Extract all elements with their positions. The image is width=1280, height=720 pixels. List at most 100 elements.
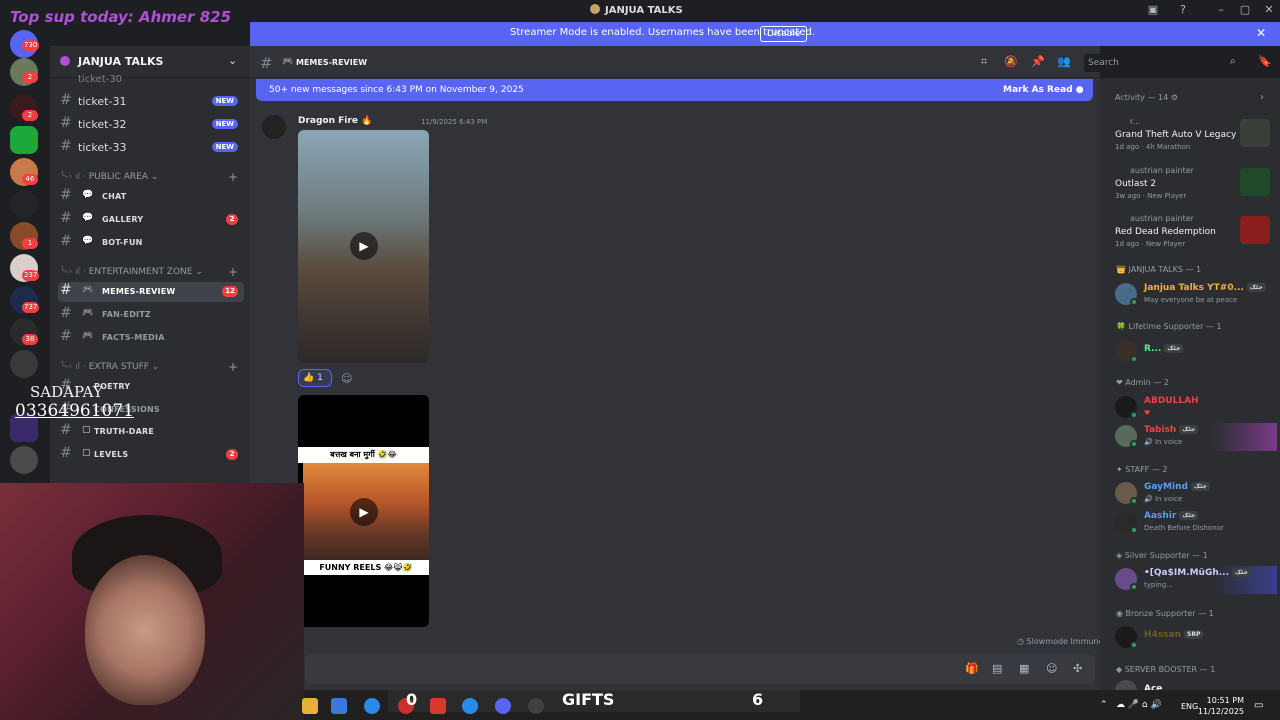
server-tag: جٹک: [1232, 568, 1251, 577]
gifts-label: GIFTS: [562, 690, 615, 709]
screen-share-icon[interactable]: ▣: [1142, 2, 1164, 18]
channel-facts-media[interactable]: # 🎮 FACTS-MEDIA: [58, 328, 244, 348]
obs-icon[interactable]: [528, 698, 544, 714]
maximize-button[interactable]: ▢: [1234, 2, 1256, 18]
add-channel-icon[interactable]: +: [228, 265, 238, 279]
window-title: JANJUA TALKS: [590, 4, 683, 16]
channel-name: ticket-33: [78, 141, 127, 154]
server-icon[interactable]: [10, 126, 38, 154]
role-header: ❤ Admin — 2: [1116, 378, 1169, 387]
notification-icon[interactable]: ▭: [1254, 700, 1263, 711]
edge-icon[interactable]: [364, 698, 380, 714]
sticker-icon[interactable]: ▦: [1019, 662, 1029, 675]
channel-bot-fun[interactable]: # 💬 BOT-FUN: [58, 233, 244, 253]
role-label: Bronze Supporter — 1: [1125, 609, 1214, 618]
server-icon[interactable]: [10, 350, 38, 378]
activity-game: Red Dead Redemption: [1115, 227, 1216, 237]
speaker-icon: 🔊: [1144, 438, 1155, 446]
threads-icon[interactable]: ⌗: [977, 55, 991, 69]
brave-icon[interactable]: [430, 698, 446, 714]
role-header: ◈ Silver Supporter — 1: [1116, 551, 1208, 560]
mark-as-read-button[interactable]: Mark As Read ●: [1003, 85, 1084, 95]
hash-icon: #: [60, 187, 72, 203]
member-status: 🔊 In voice: [1144, 495, 1182, 503]
channel-gallery[interactable]: # 💬 GALLERY 2: [58, 210, 244, 230]
member-item[interactable]: Aashir جٹک Death Before Dishonor: [1113, 509, 1277, 537]
category-public-area[interactable]: ╰-› ıl · PUBLIC AREA ⌄: [60, 172, 158, 186]
server-icon[interactable]: [10, 446, 38, 474]
members-list-icon[interactable]: 👥: [1057, 55, 1071, 69]
channel-chat[interactable]: # 💬 CHAT: [58, 187, 244, 207]
activity-card[interactable]: r... Grand Theft Auto V Legacy 1d ago · …: [1110, 117, 1274, 161]
apps-icon[interactable]: ✣: [1073, 662, 1082, 675]
member-name: ABDULLAH: [1144, 396, 1199, 406]
status-dot: [1130, 355, 1138, 363]
clock-time[interactable]: 10:51 PM: [1204, 696, 1244, 705]
add-channel-icon[interactable]: +: [228, 170, 238, 184]
channel-ticket-32[interactable]: # ticket-32 NEW: [58, 115, 244, 135]
channel-truth-dare[interactable]: # ▢ TRUTH-DARE: [58, 422, 244, 442]
disable-streamer-button[interactable]: Disable: [760, 26, 808, 42]
channel-name: ticket-32: [78, 118, 127, 131]
close-window-button[interactable]: ✕: [1258, 2, 1280, 18]
play-icon[interactable]: ▶: [350, 498, 378, 526]
message-author[interactable]: Dragon Fire 🔥: [298, 116, 372, 126]
channel-fan-editz[interactable]: # 🎮 FAN-EDITZ: [58, 305, 244, 325]
gift-icon[interactable]: 🎁: [965, 662, 979, 675]
emoji-icon[interactable]: ☺: [1046, 662, 1057, 675]
search-input[interactable]: Search: [1084, 54, 1248, 72]
add-reaction-icon[interactable]: ☺: [341, 372, 352, 385]
category-extra-stuff[interactable]: ╰-› ıl · EXTRA STUFF ⌄: [60, 362, 159, 376]
store-icon[interactable]: [331, 698, 347, 714]
add-channel-icon[interactable]: +: [228, 360, 238, 374]
member-item[interactable]: GayMind جٹک 🔊 In voice: [1113, 480, 1277, 508]
member-name: Aashir جٹک: [1144, 511, 1199, 521]
member-name-text: Janjua Talks YT#0...: [1144, 283, 1244, 293]
mute-bell-icon[interactable]: 🔕: [1004, 55, 1018, 69]
channel-ticket-33[interactable]: # ticket-33 NEW: [58, 138, 244, 158]
chevron-right-icon[interactable]: ›: [1260, 92, 1264, 103]
member-item[interactable]: ABDULLAH ♥: [1113, 394, 1277, 422]
category-entertainment-zone[interactable]: ╰-› ıl · ENTERTAINMENT ZONE ⌄: [60, 267, 203, 281]
tray-icons[interactable]: ☁ 🎤 ⌂ 🔊: [1116, 700, 1162, 710]
member-item[interactable]: Tabish جٹک 🔊 In voice: [1113, 423, 1277, 451]
activity-card[interactable]: austrian painter Red Dead Redemption 1d …: [1110, 214, 1274, 258]
minimize-button[interactable]: –: [1210, 2, 1232, 18]
file-explorer-icon[interactable]: [302, 698, 318, 714]
close-banner-icon[interactable]: ✕: [1256, 26, 1266, 40]
hash-icon: #: [60, 305, 72, 321]
member-name-text: Aashir: [1144, 511, 1177, 521]
discord-icon[interactable]: [495, 698, 511, 714]
channel-levels[interactable]: # ▢ LEVELS 2: [58, 445, 244, 465]
clock-date[interactable]: 11/12/2025: [1196, 707, 1244, 716]
slowmode-indicator: ◷ Slowmode Immune: [1017, 637, 1104, 646]
server-icon[interactable]: [10, 190, 38, 218]
mention-badge: 2: [226, 214, 238, 225]
server-tag: جٹک: [1179, 511, 1199, 520]
activity-card[interactable]: austrian painter Outlast 2 3w ago · New …: [1110, 166, 1274, 210]
server-tag: جٹک: [1164, 344, 1184, 353]
channel-name: CHAT: [102, 192, 127, 201]
chevron-down-icon[interactable]: ⌄: [228, 54, 237, 67]
member-name-text: Tabish: [1144, 425, 1177, 435]
avatar[interactable]: [262, 115, 286, 139]
gif-icon[interactable]: ▤: [992, 662, 1002, 675]
pin-icon[interactable]: 📌: [1031, 55, 1045, 69]
help-icon[interactable]: ?: [1172, 2, 1194, 18]
member-item[interactable]: R... جٹک: [1113, 338, 1277, 366]
channel-ticket-31[interactable]: # ticket-31 NEW: [58, 92, 244, 112]
activity-header[interactable]: Activity — 14 ⚙: [1115, 93, 1178, 102]
channel-partial[interactable]: ticket-30: [78, 74, 122, 85]
mark-as-read-label: Mark As Read: [1003, 85, 1073, 95]
browser-icon[interactable]: [462, 698, 478, 714]
reaction-button[interactable]: 👍 1: [298, 369, 332, 387]
member-item[interactable]: H4ssan SRP: [1113, 624, 1277, 652]
play-icon[interactable]: ▶: [350, 232, 378, 260]
channel-memes-review[interactable]: # 🎮 MEMES-REVIEW 12: [58, 282, 244, 302]
member-item[interactable]: •[Qa$IM.MüGh... جٹک typing...: [1113, 566, 1277, 594]
hash-icon: #: [60, 92, 72, 108]
member-item[interactable]: Janjua Talks YT#0... جٹک May everyone be …: [1113, 281, 1277, 309]
gamepad-icon: 🎮: [282, 57, 294, 67]
tray-chevron-icon[interactable]: ⌃: [1100, 700, 1108, 710]
inbox-icon[interactable]: 🔖: [1258, 55, 1272, 68]
